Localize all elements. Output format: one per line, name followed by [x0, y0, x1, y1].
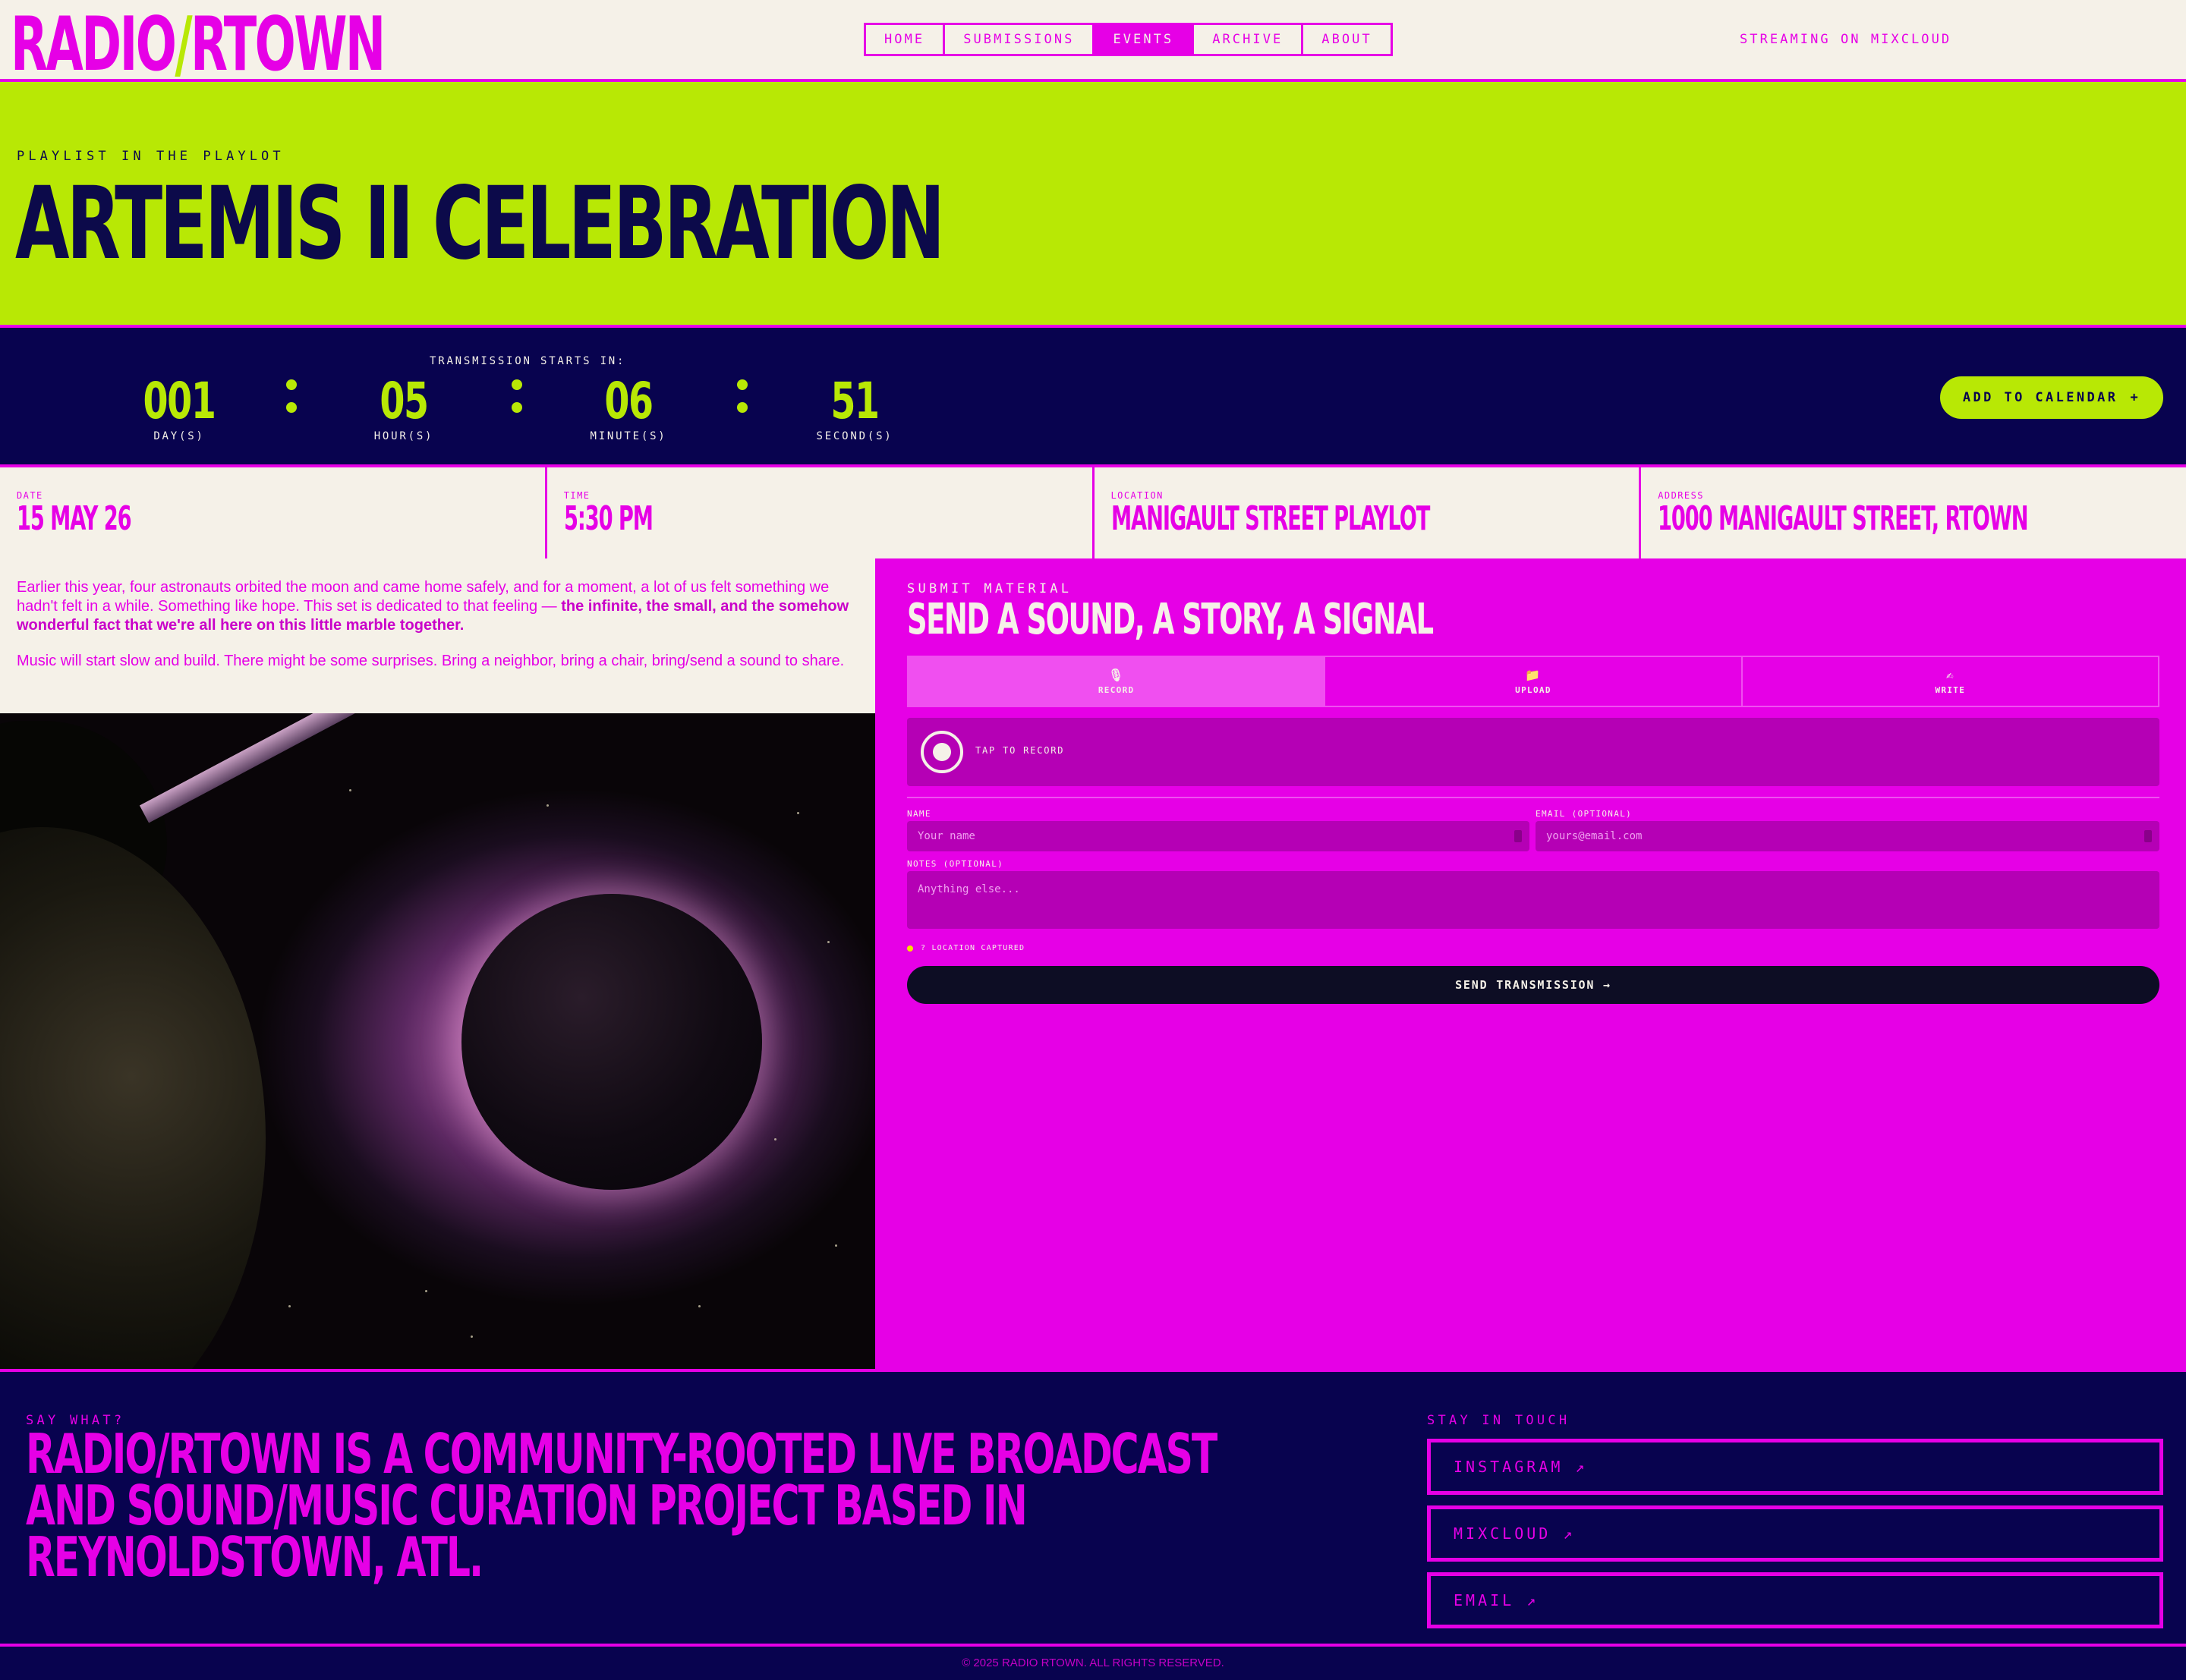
tab-write[interactable]: ✍ WRITE — [1743, 657, 2158, 706]
autofill-icon — [1514, 830, 1522, 842]
stay-in-touch-label: STAY IN TOUCH — [1427, 1413, 1570, 1428]
record-button[interactable] — [921, 731, 963, 773]
hero-kicker: PLAYLIST IN THE PLAYLOT — [17, 149, 285, 164]
instagram-link[interactable]: INSTAGRAM ↗ — [1427, 1439, 2163, 1495]
notes-label: NOTES (OPTIONAL) — [907, 859, 1004, 869]
countdown-seconds-caption: SECOND(S) — [816, 430, 893, 442]
countdown-hours-value: 05 — [380, 372, 429, 430]
description-paragraph: Earlier this year, four astronauts orbit… — [17, 579, 849, 634]
site-footer: SAY WHAT? RADIO/RTOWN IS A COMMUNITY-ROO… — [0, 1369, 2186, 1647]
countdown-separator — [284, 379, 299, 425]
submit-title: SEND A SOUND, A STORY, A SIGNAL — [907, 595, 1434, 644]
spacecraft-hull — [0, 827, 266, 1369]
description-paragraph: Music will start slow and build. There m… — [17, 653, 845, 669]
divider — [907, 797, 2159, 798]
about-blurb: RADIO/RTOWN IS A COMMUNITY-ROOTED LIVE B… — [26, 1422, 1217, 1589]
site-logo[interactable]: RADIO/RTOWN — [11, 2, 386, 88]
countdown-bar: TRANSMISSION STARTS IN: 001 DAY(S) 05 HO… — [0, 328, 2186, 467]
countdown-seconds-value: 51 — [830, 372, 880, 430]
nav-events[interactable]: EVENTS — [1095, 25, 1195, 54]
event-photo-moon — [0, 713, 875, 1369]
notes-field[interactable]: Anything else... — [907, 871, 2159, 929]
add-to-calendar-button[interactable]: ADD TO CALENDAR + — [1940, 376, 2163, 419]
event-description: Earlier this year, four astronauts orbit… — [0, 558, 875, 713]
tab-upload[interactable]: 📁 UPLOAD — [1325, 657, 1743, 706]
streaming-link[interactable]: STREAMING ON MIXCLOUD — [1740, 32, 1951, 47]
spacecraft-boom — [139, 713, 465, 823]
info-location: LOCATION MANIGAULT STREET PLAYLOT — [1095, 467, 1642, 558]
countdown-minutes: 06 MINUTE(S) — [568, 372, 689, 442]
page-title: ARTEMIS II CELEBRATION — [15, 165, 945, 282]
location-status: ? LOCATION CAPTURED — [907, 944, 1025, 952]
logo-slash: / — [175, 2, 192, 88]
info-date: DATE 15 MAY 26 — [0, 467, 547, 558]
main-nav: HOME SUBMISSIONS EVENTS ARCHIVE ABOUT — [864, 23, 1393, 56]
info-address: ADDRESS 1000 MANIGAULT STREET, RTOWN — [1641, 467, 2186, 558]
tab-upload-label: UPLOAD — [1515, 685, 1551, 695]
tab-write-label: WRITE — [1935, 685, 1966, 695]
hero-banner: PLAYLIST IN THE PLAYLOT ARTEMIS II CELEB… — [0, 82, 2186, 328]
info-time-value: 5:30 PM — [563, 499, 654, 538]
event-info-strip: DATE 15 MAY 26 TIME 5:30 PM LOCATION MAN… — [0, 467, 2186, 558]
plus-icon: + — [2130, 390, 2141, 405]
countdown-hours-caption: HOUR(S) — [373, 430, 434, 442]
countdown-days-value: 001 — [143, 372, 216, 430]
email-link[interactable]: EMAIL ↗ — [1427, 1572, 2163, 1628]
copyright: © 2025 RADIO RTOWN. ALL RIGHTS RESERVED. — [0, 1647, 2186, 1680]
nav-archive[interactable]: ARCHIVE — [1194, 25, 1304, 54]
autofill-icon — [2144, 830, 2152, 842]
countdown-minutes-value: 06 — [604, 372, 654, 430]
add-to-calendar-label: ADD TO CALENDAR — [1962, 390, 2118, 405]
nav-submissions[interactable]: SUBMISSIONS — [945, 25, 1095, 54]
countdown-days: 001 DAY(S) — [118, 372, 240, 442]
tab-record[interactable]: 🎙 RECORD — [909, 657, 1326, 706]
email-field[interactable]: yours@email.com — [1536, 821, 2159, 851]
countdown-seconds: 51 SECOND(S) — [794, 372, 915, 442]
name-field[interactable]: Your name — [907, 821, 1529, 851]
record-label: TAP TO RECORD — [975, 745, 1065, 756]
mixcloud-link[interactable]: MIXCLOUD ↗ — [1427, 1505, 2163, 1562]
countdown-days-caption: DAY(S) — [153, 430, 205, 442]
microphone-icon: 🎙 — [1107, 668, 1125, 682]
status-dot-icon — [907, 945, 913, 952]
record-panel: TAP TO RECORD — [907, 718, 2159, 786]
info-location-value: MANIGAULT STREET PLAYLOT — [1110, 499, 1430, 538]
countdown-hours: 05 HOUR(S) — [343, 372, 465, 442]
nav-home[interactable]: HOME — [866, 25, 946, 54]
location-status-text: ? LOCATION CAPTURED — [921, 944, 1025, 952]
countdown-separator — [735, 379, 750, 425]
countdown-label: TRANSMISSION STARTS IN: — [430, 355, 626, 367]
submit-kicker: SUBMIT MATERIAL — [907, 581, 1073, 596]
info-time: TIME 5:30 PM — [547, 467, 1095, 558]
site-header: RADIO/RTOWN HOME SUBMISSIONS EVENTS ARCH… — [0, 0, 2186, 88]
submission-panel: SUBMIT MATERIAL SEND A SOUND, A STORY, A… — [875, 558, 2186, 1369]
info-address-value: 1000 MANIGAULT STREET, RTOWN — [1658, 499, 2029, 538]
countdown-separator — [509, 379, 524, 425]
info-date-value: 15 MAY 26 — [17, 499, 132, 538]
name-label: NAME — [907, 809, 931, 819]
folder-icon: 📁 — [1525, 668, 1542, 682]
tab-record-label: RECORD — [1098, 685, 1135, 695]
send-transmission-button[interactable]: SEND TRANSMISSION → — [907, 966, 2159, 1004]
record-dot-icon — [933, 743, 951, 761]
email-label: EMAIL (OPTIONAL) — [1536, 809, 1633, 819]
submission-tabs: 🎙 RECORD 📁 UPLOAD ✍ WRITE — [907, 656, 2159, 707]
notes-placeholder: Anything else... — [918, 883, 1020, 895]
writing-hand-icon: ✍ — [1945, 668, 1954, 682]
moon-disc — [461, 894, 762, 1190]
name-placeholder: Your name — [918, 830, 975, 842]
email-placeholder: yours@email.com — [1546, 830, 1643, 842]
countdown-minutes-caption: MINUTE(S) — [590, 430, 667, 442]
nav-about[interactable]: ABOUT — [1303, 25, 1390, 54]
